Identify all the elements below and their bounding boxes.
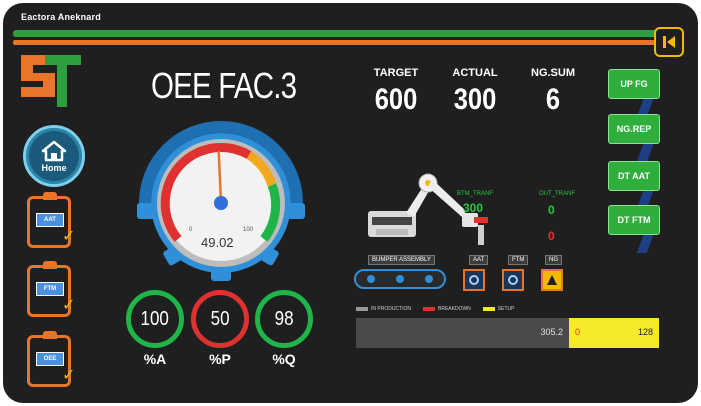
check-icon: ✓ <box>62 297 76 314</box>
company-logo <box>21 55 81 107</box>
availability-value: 100 <box>140 307 170 330</box>
assembly-tag: BUMPER ASSEMBLY <box>368 255 435 265</box>
kpi-actual-label: ACTUAL <box>452 67 498 79</box>
quality-value: 98 <box>274 307 294 330</box>
legend-setup: SETUP <box>497 306 515 312</box>
btm-transfer-value: 300 <box>463 201 484 215</box>
gauge-value: 49.02 <box>201 235 234 250</box>
availability-label: %A <box>143 351 167 367</box>
tool-aat-box[interactable] <box>463 269 485 291</box>
home-icon <box>41 140 67 161</box>
home-label: Home <box>41 162 67 173</box>
robot-arm-illustration <box>368 173 488 245</box>
dt-ftm-button[interactable]: DT FTM <box>608 205 660 235</box>
exit-button[interactable] <box>654 27 684 57</box>
gauge-hub <box>214 196 228 210</box>
kpi-actual-value: 300 <box>453 83 497 116</box>
performance-ring: 50 <box>191 290 249 348</box>
status-legend: IN PRODUCTION BREAKDOWN SETUP <box>356 306 514 312</box>
oee-gauge: 0 100 49.02 <box>137 121 305 281</box>
tool-ftm-box[interactable] <box>502 269 524 291</box>
quality-label: %Q <box>272 351 296 367</box>
header-stripe-green <box>13 30 661 37</box>
performance-value: 50 <box>210 307 230 330</box>
status-bar-production: 305.2 <box>356 318 569 348</box>
warning-icon <box>547 275 557 285</box>
page-title: OEE FAC.3 <box>151 65 297 106</box>
up-fg-button[interactable]: UP FG <box>608 69 660 99</box>
ng-rep-button[interactable]: NG.REP <box>608 114 660 144</box>
sidebar-item-label: AAT <box>36 213 64 227</box>
check-icon: ✓ <box>62 228 76 245</box>
breakdown-value: 0 <box>575 327 581 337</box>
setup-value: 128 <box>637 327 653 337</box>
quality-ring: 98 <box>255 290 313 348</box>
tool-ftm-label: FTM <box>508 255 529 265</box>
home-button[interactable]: Home <box>23 125 85 187</box>
btm-transfer-label: BTM_TRANF <box>457 191 493 197</box>
tool-ng-box[interactable] <box>541 269 563 291</box>
dt-aat-button[interactable]: DT AAT <box>608 161 660 191</box>
header-stripe-orange <box>13 40 661 45</box>
sidebar-item-oee[interactable]: OEE ✓ <box>27 331 75 387</box>
production-value: 305.2 <box>540 327 563 337</box>
conveyor <box>354 269 446 289</box>
sidebar-item-label: OEE <box>36 352 64 366</box>
sidebar-item-ftm[interactable]: FTM ✓ <box>27 261 75 317</box>
availability-ring: 100 <box>126 290 184 348</box>
legend-breakdown: BREAKDOWN <box>438 306 471 312</box>
out-transfer-label: OUT_TRANF <box>539 191 575 197</box>
kpi-target-label: TARGET <box>373 67 419 79</box>
check-icon: ✓ <box>62 367 76 384</box>
out-transfer-value: 0 <box>548 203 555 217</box>
kpi-target-value: 600 <box>374 83 418 116</box>
status-bar-setup: 0 128 <box>569 318 659 348</box>
out-transfer-ng: 0 <box>548 229 555 243</box>
gauge-max-label: 100 <box>243 227 254 233</box>
dashboard-frame: Eactora Aneknard Home AAT ✓ FTM ✓ OEE ✓ <box>3 3 698 403</box>
tool-ng-label: NG <box>545 255 562 265</box>
kpi-ngsum-label: NG.SUM <box>531 67 575 79</box>
kpi-ngsum-value: 6 <box>545 83 561 116</box>
performance-label: %P <box>209 351 231 367</box>
legend-production: IN PRODUCTION <box>371 306 411 312</box>
gear-icon <box>508 275 518 285</box>
sidebar-item-label: FTM <box>36 282 64 296</box>
tool-aat-label: AAT <box>469 255 489 265</box>
sidebar-item-aat[interactable]: AAT ✓ <box>27 192 75 248</box>
gear-icon <box>469 275 479 285</box>
window-title: Eactora Aneknard <box>21 12 101 22</box>
exit-icon <box>663 36 675 48</box>
